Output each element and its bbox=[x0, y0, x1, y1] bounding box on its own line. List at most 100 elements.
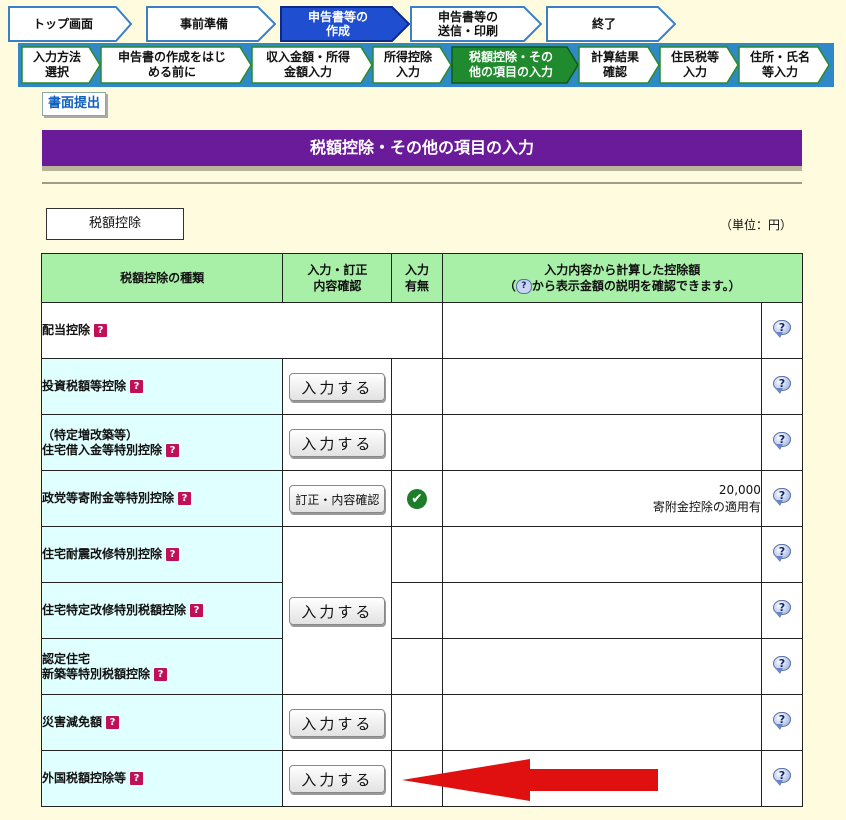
step-top-label: トップ画面 bbox=[32, 17, 93, 31]
help-cell: ? bbox=[760, 582, 804, 639]
header-confirm: 入力・訂正 内容確認 bbox=[282, 253, 393, 303]
paper-submit-button[interactable]: 書面提出 bbox=[42, 92, 106, 116]
question-icon[interactable]: ? bbox=[166, 443, 180, 457]
substep-address[interactable]: 住所・氏名 等入力 bbox=[738, 46, 830, 84]
title-shadow bbox=[42, 166, 802, 171]
row-name: 災害減免額 bbox=[42, 715, 103, 729]
header-amount: 入力内容から計算した控除額 （? から表示金額の説明を確認できます。） bbox=[441, 253, 804, 303]
status-cell bbox=[391, 414, 443, 471]
question-icon[interactable]: ? bbox=[130, 772, 144, 785]
help-bubble-icon[interactable]: ? bbox=[771, 488, 793, 506]
amount-value: 20,000 bbox=[718, 482, 761, 497]
substep-tax-credit[interactable]: 税額控除・その 他の項目の入力 bbox=[451, 46, 579, 84]
row-name: 外国税額控除等 bbox=[42, 771, 127, 785]
input-button[interactable]: 入力する bbox=[289, 708, 386, 737]
substep-result-label: 計算結果 確認 bbox=[590, 50, 639, 79]
step-end[interactable]: 終了 bbox=[546, 6, 676, 42]
status-cell bbox=[391, 694, 443, 751]
step-send-label: 申告書等の 送信・印刷 bbox=[437, 10, 498, 38]
help-bubble-icon[interactable]: ? bbox=[771, 712, 793, 730]
help-bubble-icon[interactable]: ? bbox=[771, 656, 793, 674]
help-cell: ? bbox=[760, 302, 804, 359]
question-icon[interactable]: ? bbox=[178, 492, 192, 505]
row-name: 配当控除 bbox=[42, 323, 91, 337]
step-create[interactable]: 申告書等の 作成 bbox=[280, 6, 410, 42]
help-cell: ? bbox=[760, 750, 804, 807]
amount-cell bbox=[441, 358, 762, 415]
amount-cell bbox=[441, 302, 762, 359]
row-name-cell: 災害減免額? bbox=[40, 694, 284, 751]
row-name: 投資税額等控除 bbox=[42, 379, 127, 393]
question-icon[interactable]: ? bbox=[94, 324, 108, 337]
help-bubble-icon[interactable]: ? bbox=[771, 376, 793, 394]
help-bubble-icon[interactable]: ? bbox=[771, 768, 793, 786]
row-name-cell: 外国税額控除等? bbox=[40, 750, 284, 807]
edit-confirm-button[interactable]: 訂正・内容確認 bbox=[289, 484, 386, 513]
header-amount-pre: （ bbox=[503, 279, 516, 293]
substep-resident-tax[interactable]: 住民税等 入力 bbox=[659, 46, 739, 84]
row-name: 政党等寄附金等特別控除 bbox=[42, 491, 175, 505]
amount-cell bbox=[441, 638, 762, 695]
table-row: 住宅特定改修特別税額控除? ? bbox=[40, 582, 804, 639]
button-cell: 入力する bbox=[282, 526, 393, 695]
button-cell: 入力する bbox=[282, 358, 393, 415]
status-cell bbox=[391, 526, 443, 583]
help-bubble-icon[interactable]: ? bbox=[771, 544, 793, 562]
amount-cell bbox=[441, 694, 762, 751]
question-icon[interactable]: ? bbox=[190, 604, 204, 617]
question-icon[interactable]: ? bbox=[130, 380, 144, 393]
substep-resident-tax-label: 住民税等 入力 bbox=[670, 50, 719, 79]
table-row: 投資税額等控除? 入力する ? bbox=[40, 358, 804, 415]
row-name-cell: 住宅特定改修特別税額控除? bbox=[40, 582, 284, 639]
help-bubble-icon[interactable]: ? bbox=[771, 320, 793, 338]
help-cell: ? bbox=[760, 358, 804, 415]
step-end-label: 終了 bbox=[591, 17, 616, 31]
tax-credit-table: 税額控除の種類 入力・訂正 内容確認 入力 有無 入力内容から計算した控除額 （… bbox=[40, 253, 804, 807]
status-cell: ✔ bbox=[391, 470, 443, 527]
amount-cell bbox=[441, 414, 762, 471]
substep-income[interactable]: 収入金額・所得 金額入力 bbox=[251, 46, 373, 84]
row-name-cell: 政党等寄附金等特別控除? bbox=[40, 470, 284, 527]
header-type: 税額控除の種類 bbox=[40, 253, 284, 303]
substep-address-label: 住所・氏名 等入力 bbox=[749, 50, 810, 79]
substep-income-label: 収入金額・所得 金額入力 bbox=[265, 50, 350, 79]
substep-deduction-label: 所得控除 入力 bbox=[383, 50, 432, 79]
input-button[interactable]: 入力する bbox=[289, 596, 386, 625]
step-prep-label: 事前準備 bbox=[179, 17, 228, 31]
step-prep[interactable]: 事前準備 bbox=[146, 6, 276, 42]
substep-tax-credit-label: 税額控除・その 他の項目の入力 bbox=[468, 50, 553, 79]
input-button[interactable]: 入力する bbox=[289, 372, 386, 401]
substep-method[interactable]: 入力方法 選択 bbox=[21, 46, 101, 84]
row-name-cell: 投資税額等控除? bbox=[40, 358, 284, 415]
header-amount-post: から表示金額の説明を確認できます。） bbox=[531, 279, 741, 293]
status-cell bbox=[391, 358, 443, 415]
substep-before[interactable]: 申告書の作成をはじ める前に bbox=[100, 46, 252, 84]
progress-steps: トップ画面 事前準備 申告書等の 作成 申告書等の 送信・印刷 終了 bbox=[8, 6, 688, 42]
substep-result[interactable]: 計算結果 確認 bbox=[578, 46, 660, 84]
button-cell: 入力する bbox=[282, 750, 393, 807]
substep-deduction[interactable]: 所得控除 入力 bbox=[372, 46, 452, 84]
input-button[interactable]: 入力する bbox=[289, 764, 386, 793]
button-cell: 入力する bbox=[282, 414, 393, 471]
step-send[interactable]: 申告書等の 送信・印刷 bbox=[410, 6, 542, 42]
help-cell: ? bbox=[760, 470, 804, 527]
row-name-cell: 認定住宅 新築等特別税額控除? bbox=[40, 638, 284, 695]
help-bubble-icon[interactable]: ? bbox=[771, 600, 793, 618]
red-arrow-annotation bbox=[402, 759, 658, 801]
step-top[interactable]: トップ画面 bbox=[8, 6, 132, 42]
step-create-label: 申告書等の 作成 bbox=[307, 10, 368, 38]
help-bubble-icon: ? bbox=[515, 279, 532, 294]
row-name: 住宅耐震改修特別控除 bbox=[42, 547, 163, 561]
question-icon[interactable]: ? bbox=[106, 716, 120, 729]
table-row: （特定増改築等） 住宅借入金等特別控除? 入力する ? bbox=[40, 414, 804, 471]
amount-cell: 20,000 寄附金控除の適用有 bbox=[441, 470, 762, 527]
help-cell: ? bbox=[760, 526, 804, 583]
question-icon[interactable]: ? bbox=[154, 667, 168, 681]
page-title: 税額控除・その他の項目の入力 bbox=[42, 130, 802, 166]
input-button[interactable]: 入力する bbox=[289, 428, 386, 457]
question-icon[interactable]: ? bbox=[166, 548, 180, 561]
substep-method-label: 入力方法 選択 bbox=[32, 50, 81, 79]
unit-label: （単位：円） bbox=[720, 218, 793, 232]
help-bubble-icon[interactable]: ? bbox=[771, 432, 793, 450]
amount-note: 寄附金控除の適用有 bbox=[652, 499, 761, 514]
